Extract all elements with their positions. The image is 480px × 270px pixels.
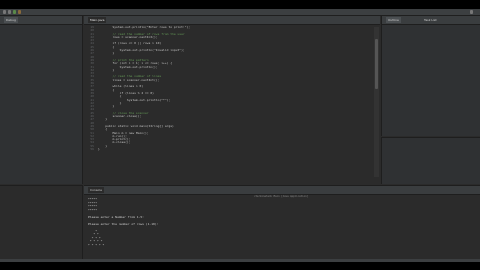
tab-main-java[interactable]: Main.java <box>88 17 107 23</box>
tab-outline[interactable]: Outline <box>386 17 401 23</box>
tab-console[interactable]: Console <box>88 187 104 193</box>
save-icon[interactable] <box>8 10 11 14</box>
outline-panel: Outline Task List <box>381 16 480 136</box>
toolbar <box>0 9 480 16</box>
outline-tab-bar: Outline Task List <box>382 16 480 25</box>
console-panel: Console <terminated> Main [Java Applicat… <box>84 185 480 262</box>
console-tab-bar: Console <box>84 186 480 195</box>
status-bar <box>0 259 480 262</box>
tab-debug[interactable]: Debug <box>4 17 18 23</box>
code-editor[interactable]: Main.java 19 20 21 22 23 24 25 26 27 28 29 30 31 32 33… <box>84 16 380 184</box>
code-area[interactable]: System.out.println("Enter rows to print:… <box>98 26 368 151</box>
tab-task-list[interactable]: Task List <box>422 17 439 23</box>
console-line: * * * * * <box>88 242 105 247</box>
tab-console-label: Console <box>90 188 102 192</box>
editor-tab-bar: Main.java <box>84 16 380 25</box>
line-number: 56 <box>90 147 94 151</box>
run-icon[interactable] <box>13 10 16 14</box>
new-icon[interactable] <box>3 10 6 14</box>
tab-debug-label: Debug <box>6 18 16 22</box>
package-explorer-panel: Debug <box>0 16 83 184</box>
console-output[interactable]: ***** ***** ***** ***** Please enter a Numbe… <box>88 197 468 247</box>
left-tab-bar: Debug <box>0 16 82 25</box>
editor-scrollbar-thumb[interactable] <box>375 39 378 89</box>
tab-main-java-label: Main.java <box>90 18 105 22</box>
tab-task-list-label: Task List <box>424 18 437 22</box>
tab-outline-label: Outline <box>388 18 399 22</box>
debug-icon[interactable] <box>18 10 21 14</box>
perspective-icon[interactable] <box>470 10 473 14</box>
left-bottom-panel <box>0 185 83 262</box>
right-bottom-panel <box>381 137 480 184</box>
ide-window: Debug Main.java 19 20 21 22 23 24 25 26 27 28 29 30… <box>0 9 480 262</box>
line-number-gutter: 19 20 21 22 23 24 25 26 27 28 29 30 31 32 33 34 35 36 37 38… <box>84 26 94 151</box>
code-line[interactable]: } <box>98 148 368 151</box>
